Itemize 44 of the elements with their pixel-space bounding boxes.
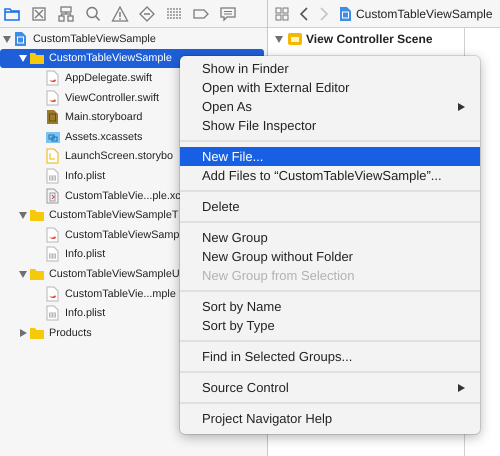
plist-file-icon: [45, 305, 61, 322]
menu-item[interactable]: New File...: [180, 147, 480, 166]
speech-bubble-icon[interactable]: [219, 4, 237, 22]
project-file-icon: [338, 6, 352, 22]
menu-item[interactable]: Open As: [180, 97, 480, 116]
disclosure-triangle-icon[interactable]: [18, 53, 28, 64]
scene-icon: [287, 31, 303, 47]
back-icon[interactable]: [298, 6, 310, 22]
folder-icon: [29, 50, 45, 66]
menu-item[interactable]: Sort by Name: [180, 297, 480, 316]
storyboard-file-icon: [45, 109, 61, 126]
menu-item[interactable]: Add Files to “CustomTableViewSample”...: [180, 166, 480, 185]
launch-storyboard-icon: [45, 148, 61, 164]
crossed-square-icon[interactable]: [30, 4, 48, 22]
swift-file-icon: [45, 226, 61, 243]
folder-icon: [29, 207, 45, 224]
project-file-icon: [13, 30, 29, 47]
menu-item[interactable]: Find in Selected Groups...: [180, 347, 480, 366]
plist-file-icon: [45, 168, 61, 184]
menu-item[interactable]: Project Navigator Help: [180, 409, 480, 428]
grid-icon[interactable]: [274, 6, 290, 22]
menu-item[interactable]: Sort by Type: [180, 316, 480, 335]
menu-item[interactable]: New Group: [180, 228, 480, 247]
diamond-icon[interactable]: [138, 4, 156, 22]
search-icon[interactable]: [84, 4, 102, 22]
menu-item[interactable]: Source Control: [180, 378, 480, 397]
scene-item[interactable]: View Controller Scene: [268, 28, 464, 50]
project-file-icon: [45, 188, 61, 204]
menu-item[interactable]: Open with External Editor: [180, 78, 480, 97]
swift-file-icon: [45, 90, 61, 106]
swift-file-icon: [45, 70, 61, 86]
hierarchy-icon[interactable]: [57, 4, 75, 22]
menu-item[interactable]: New Group without Folder: [180, 247, 480, 266]
menu-item[interactable]: Delete: [180, 197, 480, 216]
plist-file-icon: [45, 246, 61, 262]
disclosure-triangle-icon[interactable]: [274, 34, 284, 44]
tree-item[interactable]: CustomTableViewSample: [0, 29, 264, 49]
disclosure-triangle-icon[interactable]: [18, 328, 28, 338]
menu-item[interactable]: Show File Inspector: [180, 116, 480, 135]
disclosure-triangle-icon[interactable]: [2, 34, 12, 44]
swift-file-icon: [45, 286, 61, 302]
disclosure-triangle-icon[interactable]: [18, 268, 28, 279]
disclosure-triangle-icon[interactable]: [18, 210, 28, 220]
warning-icon[interactable]: [111, 4, 129, 22]
